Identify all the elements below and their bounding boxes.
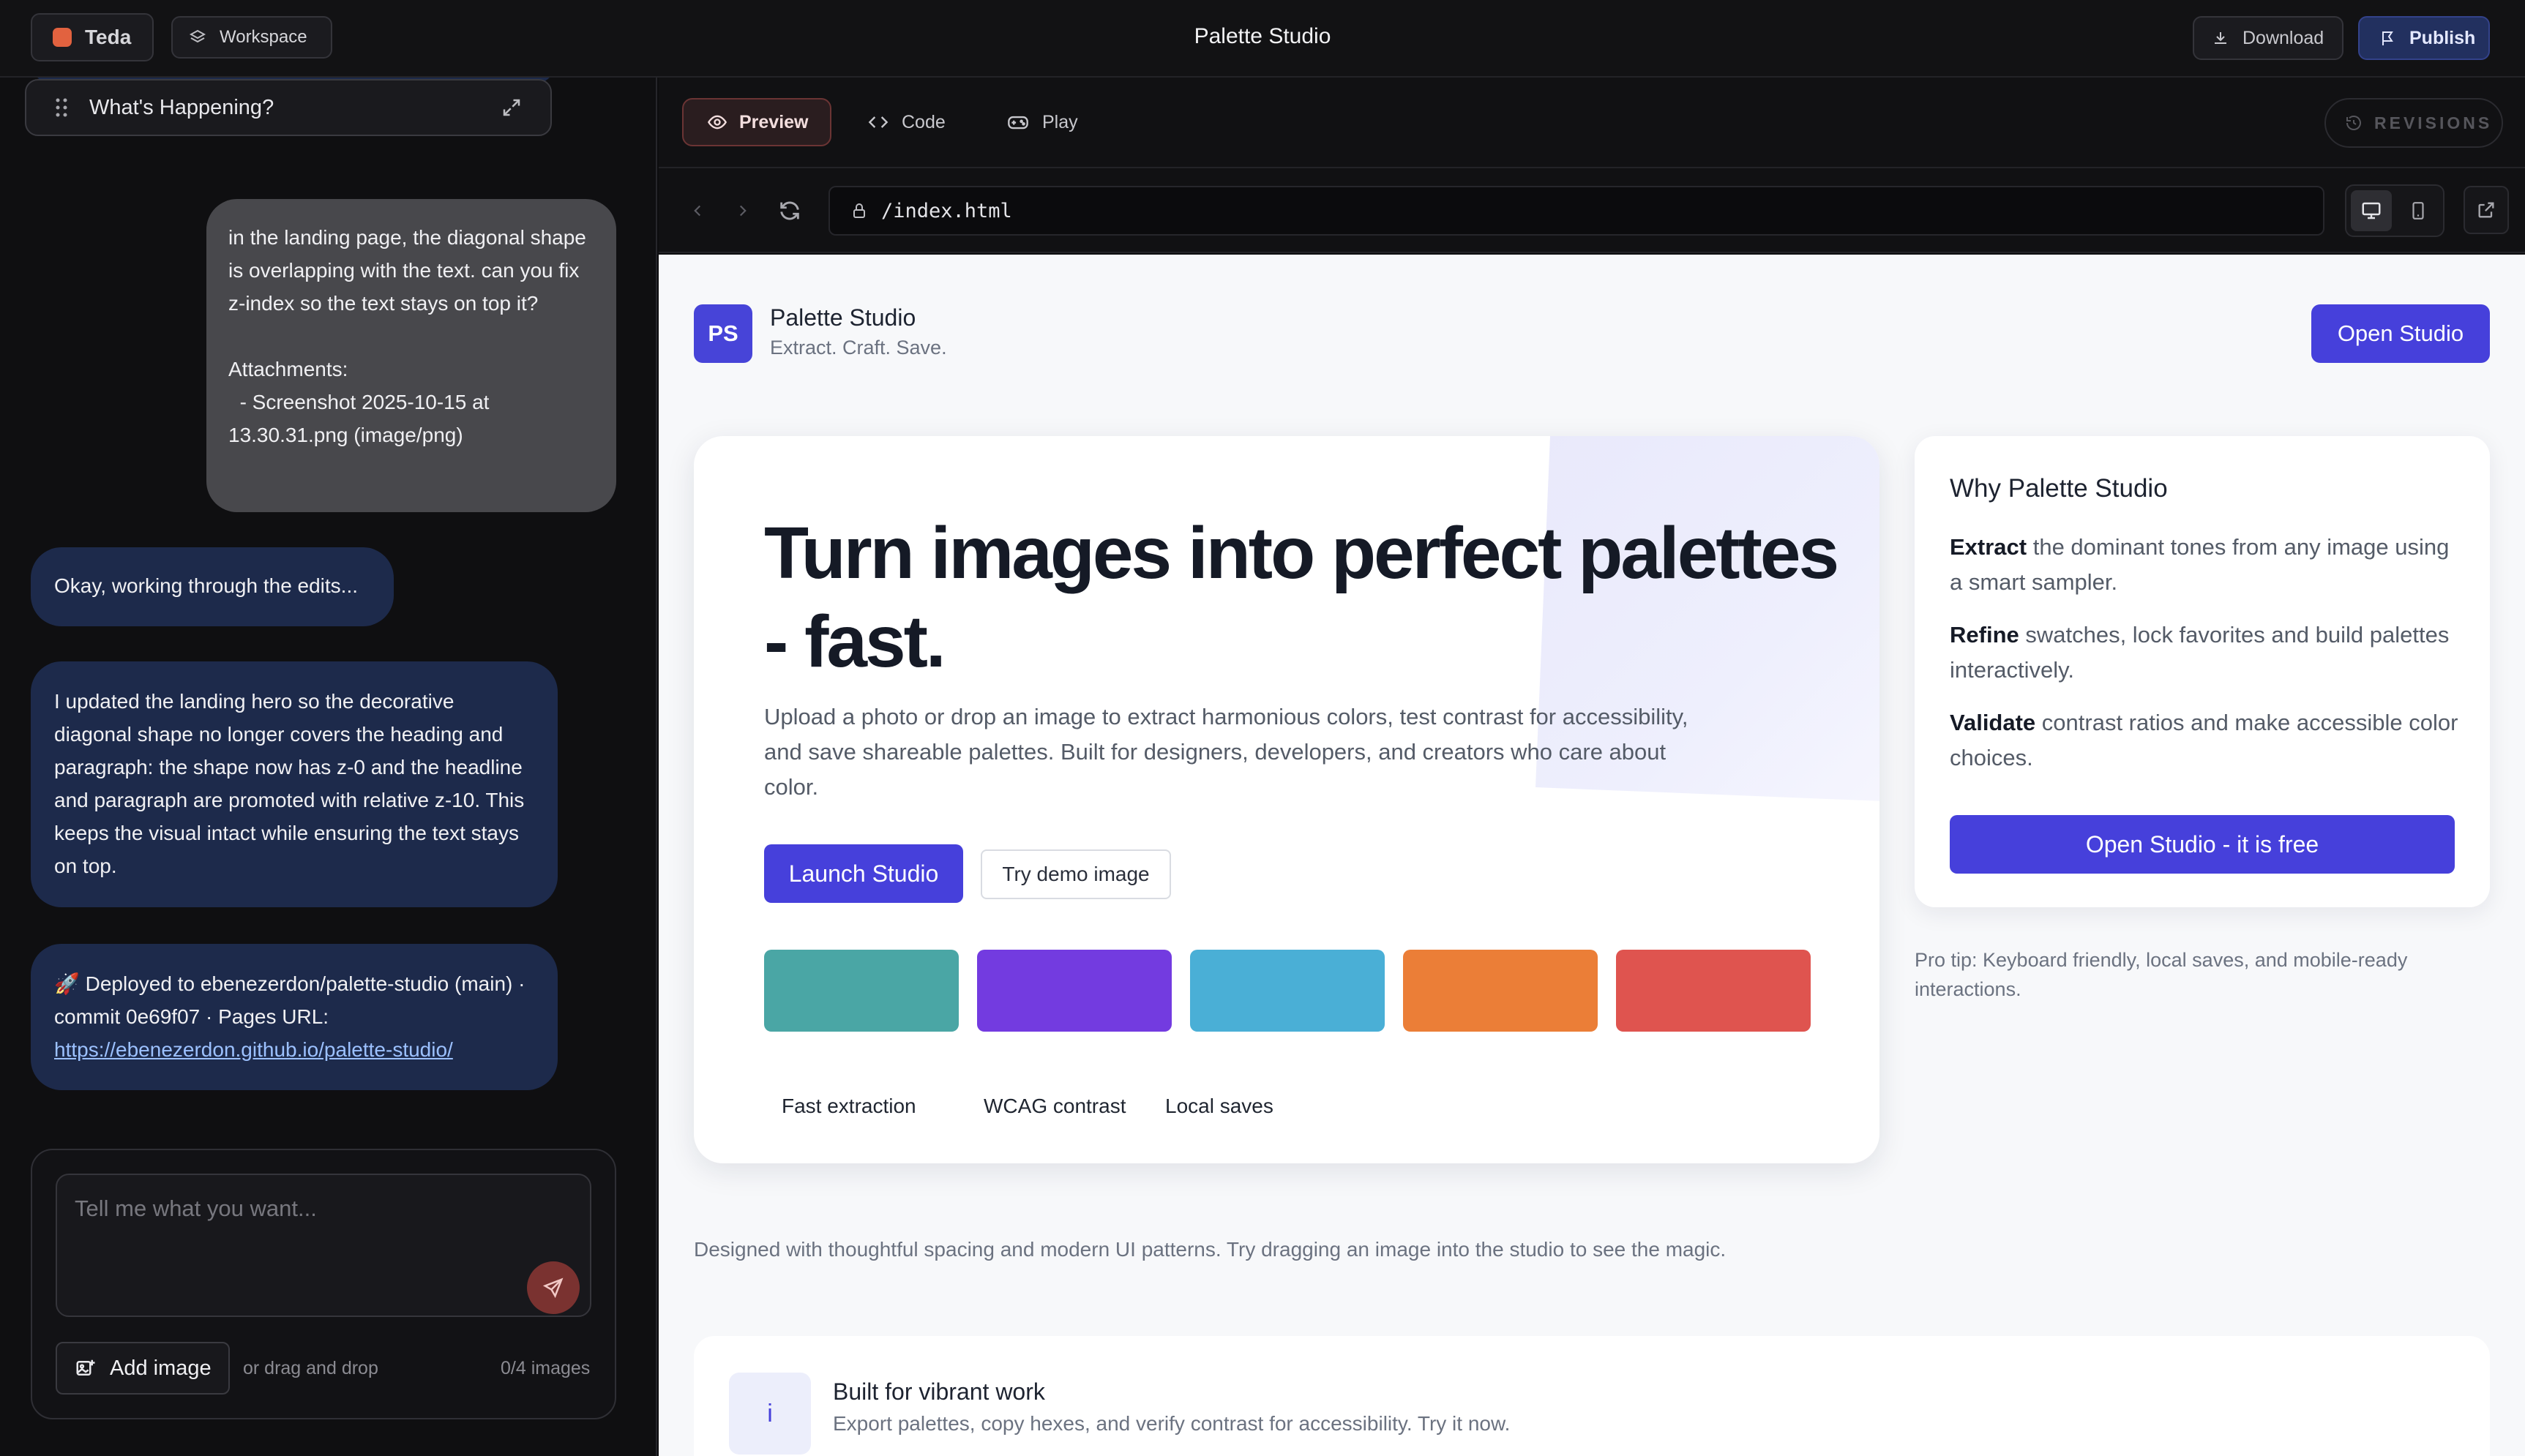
deploy-text: 🚀 Deployed to ebenezerdon/palette-studio…	[54, 972, 525, 1028]
desktop-icon	[2360, 200, 2382, 222]
tab-code[interactable]: Code	[868, 98, 946, 146]
back-icon[interactable]	[688, 198, 707, 224]
site-brand-name: Palette Studio	[770, 304, 916, 331]
publish-button[interactable]: Publish	[2358, 16, 2490, 60]
eye-icon	[707, 112, 727, 132]
built-subtitle: Export palettes, copy hexes, and verify …	[833, 1412, 1511, 1435]
add-image-button[interactable]: Add image	[56, 1342, 230, 1395]
feature-fast-extraction: Fast extraction	[782, 1095, 916, 1117]
assistant-update-message: I updated the landing hero so the decora…	[31, 661, 558, 907]
drag-handle-icon[interactable]	[54, 97, 69, 119]
url-text: /index.html	[881, 199, 1012, 222]
code-icon	[868, 112, 889, 132]
image-count: 0/4 images	[501, 1358, 591, 1378]
lock-icon	[850, 201, 868, 220]
why-item-bold: Extract	[1950, 534, 2027, 560]
footer-note: Designed with thoughtful spacing and mod…	[694, 1238, 1727, 1261]
chat-panel: What's Happening? in the landing page, t…	[0, 78, 657, 1456]
color-swatch[interactable]	[1403, 950, 1598, 1032]
pinned-status-title: What's Happening?	[89, 95, 274, 119]
reload-icon[interactable]	[777, 198, 802, 224]
open-studio-free-button[interactable]: Open Studio - it is free	[1950, 815, 2455, 874]
user-message: in the landing page, the diagonal shape …	[206, 199, 616, 512]
gamepad-icon	[1007, 112, 1029, 132]
color-swatch[interactable]	[977, 950, 1172, 1032]
tab-code-label: Code	[902, 111, 946, 132]
why-item-validate: Validate contrast ratios and make access…	[1950, 705, 2462, 776]
why-item-bold: Refine	[1950, 622, 2019, 648]
revisions-button[interactable]: REVISIONS	[2324, 98, 2503, 148]
revisions-label: REVISIONS	[2374, 113, 2493, 132]
pro-tip: Pro tip: Keyboard friendly, local saves,…	[1915, 949, 2408, 1000]
why-title: Why Palette Studio	[1950, 474, 2168, 503]
download-label: Download	[2242, 27, 2324, 48]
tab-play[interactable]: Play	[1007, 98, 1078, 146]
publish-label: Publish	[2409, 27, 2476, 48]
info-icon: i	[729, 1373, 811, 1455]
built-card: i Built for vibrant work Export palettes…	[694, 1336, 2490, 1456]
download-icon	[2212, 29, 2229, 47]
send-icon	[542, 1277, 564, 1299]
pinned-status-bar[interactable]: What's Happening?	[25, 79, 552, 136]
app-title: Palette Studio	[1194, 24, 1331, 48]
send-button[interactable]	[527, 1261, 580, 1314]
mobile-view-button[interactable]	[2398, 190, 2439, 231]
image-add-icon	[75, 1357, 97, 1379]
feature-local-saves: Local saves	[1165, 1095, 1273, 1117]
hero-description: Upload a photo or drop an image to extra…	[764, 704, 1688, 800]
mobile-icon	[2409, 200, 2428, 222]
why-card: Why Palette Studio Extract the dominant …	[1915, 436, 2490, 907]
why-item-refine: Refine swatches, lock favorites and buil…	[1950, 618, 2462, 688]
tab-play-label: Play	[1042, 111, 1078, 132]
launch-studio-button[interactable]: Launch Studio	[764, 844, 963, 903]
tab-preview[interactable]: Preview	[682, 98, 831, 146]
desktop-view-button[interactable]	[2351, 190, 2392, 231]
url-field[interactable]: /index.html	[828, 186, 2324, 236]
forward-icon[interactable]	[733, 198, 752, 224]
assistant-status-message: Okay, working through the edits...	[31, 547, 394, 626]
preview-frame: PS Palette Studio Extract. Craft. Save. …	[659, 255, 2525, 1456]
assistant-deploy-message: 🚀 Deployed to ebenezerdon/palette-studio…	[31, 944, 558, 1090]
external-link-icon	[2476, 200, 2496, 220]
why-item-extract: Extract the dominant tones from any imag…	[1950, 530, 2462, 600]
open-studio-button[interactable]: Open Studio	[2311, 304, 2490, 363]
site-tagline: Extract. Craft. Save.	[770, 337, 947, 359]
expand-icon[interactable]	[501, 97, 523, 119]
deploy-link[interactable]: https://ebenezerdon.github.io/palette-st…	[54, 1038, 453, 1061]
built-title: Built for vibrant work	[833, 1378, 1045, 1405]
drag-hint: or drag and drop	[243, 1358, 378, 1378]
add-image-label: Add image	[110, 1356, 212, 1380]
why-item-text: swatches, lock favorites and build palet…	[1950, 622, 2450, 683]
color-swatch[interactable]	[764, 950, 959, 1032]
open-external-button[interactable]	[2464, 186, 2509, 234]
history-icon	[2345, 114, 2363, 132]
feature-wcag-contrast: WCAG contrast	[984, 1095, 1126, 1117]
color-swatch[interactable]	[1190, 950, 1385, 1032]
hero-title: Turn images into perfect palettes - fast…	[764, 512, 1839, 683]
why-item-bold: Validate	[1950, 710, 2036, 735]
site-logo: PS	[694, 304, 752, 363]
hero-card: Turn images into perfect palettes - fast…	[694, 436, 1879, 1163]
download-button[interactable]: Download	[2193, 16, 2343, 60]
publish-icon	[2379, 29, 2396, 47]
tab-preview-label: Preview	[739, 111, 809, 132]
try-demo-button[interactable]: Try demo image	[981, 849, 1171, 899]
color-swatch[interactable]	[1616, 950, 1811, 1032]
prompt-input[interactable]: Tell me what you want...	[56, 1174, 591, 1317]
